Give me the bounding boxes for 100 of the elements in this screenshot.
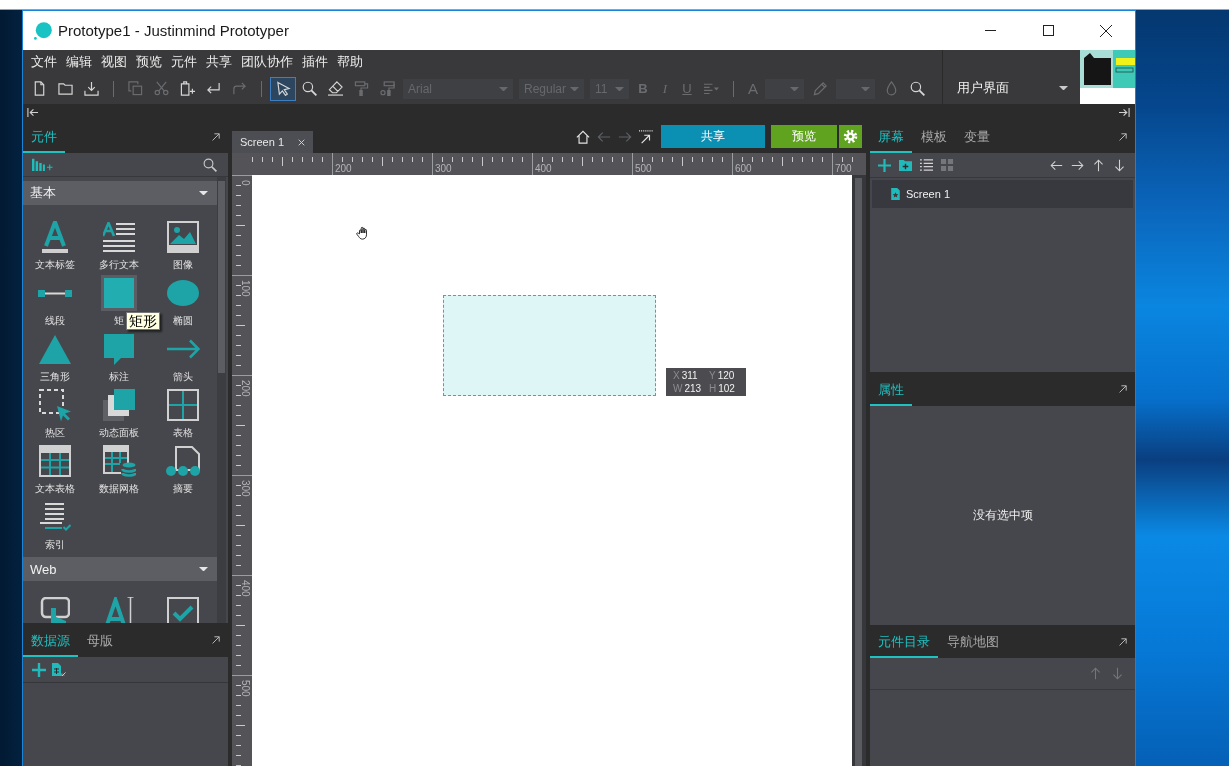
folder-icon xyxy=(57,81,73,97)
component-label: 标注 xyxy=(109,371,129,383)
arrow-icon[interactable] xyxy=(166,339,200,359)
readout-label: X xyxy=(673,369,680,381)
menu-item[interactable]: 共享 xyxy=(206,53,232,71)
text-cursor-icon[interactable] xyxy=(104,597,134,623)
ruler-label: 0 xyxy=(240,180,251,186)
menu-item[interactable]: 团队协作 xyxy=(241,53,293,71)
checkbox-icon[interactable] xyxy=(167,597,199,623)
corner-arrow-icon[interactable] xyxy=(1119,637,1127,646)
ellipse-icon[interactable] xyxy=(167,280,199,306)
menu-item[interactable]: 插件 xyxy=(302,53,328,71)
corner-arrow-icon[interactable] xyxy=(212,636,220,644)
minimize-icon xyxy=(984,30,996,31)
search-icon xyxy=(909,81,925,97)
menu-item[interactable]: 视图 xyxy=(101,53,127,71)
speech-bubble-icon[interactable] xyxy=(104,333,134,365)
panel-tab[interactable]: 母版 xyxy=(79,623,121,657)
corner-arrow-icon[interactable] xyxy=(1119,132,1127,141)
magnifier-icon xyxy=(301,81,317,97)
corner-arrow-icon[interactable] xyxy=(212,132,220,141)
ruler-label: 700 xyxy=(835,163,852,174)
plus-icon[interactable] xyxy=(32,662,46,677)
import-file-icon[interactable] xyxy=(52,663,66,676)
component-label: 三角形 xyxy=(40,371,70,383)
window-title: Prototype1 - Justinmind Prototyper xyxy=(58,22,289,39)
image-icon[interactable] xyxy=(167,221,199,253)
component-label: 文本标签 xyxy=(35,259,75,271)
editor-tab[interactable]: Screen 1 xyxy=(232,131,313,153)
scrollbar-thumb[interactable] xyxy=(218,181,225,373)
folder-plus-icon[interactable] xyxy=(899,158,912,172)
search-icon[interactable] xyxy=(203,157,217,172)
component-label: 箭头 xyxy=(173,371,193,383)
panel-tab[interactable]: 变量 xyxy=(956,120,998,153)
table-database-icon[interactable] xyxy=(102,445,136,477)
collapse-left-icon[interactable] xyxy=(27,106,38,118)
menu-item[interactable]: 预览 xyxy=(136,53,162,71)
tool-button[interactable] xyxy=(270,76,296,101)
corner-arrow-icon[interactable] xyxy=(1119,385,1127,393)
eraser-icon xyxy=(327,81,343,97)
letter-a-icon[interactable] xyxy=(42,221,68,253)
caret-icon xyxy=(861,86,870,92)
scissors-icon xyxy=(153,81,169,97)
empty-message: 没有选中项 xyxy=(972,507,1033,524)
caret-icon xyxy=(199,190,208,196)
ruler-label: 500 xyxy=(240,680,251,697)
paint-roller-dot-icon xyxy=(379,81,395,97)
ruler-label: 400 xyxy=(535,163,552,174)
menu-item[interactable]: 元件 xyxy=(171,53,197,71)
gear-icon xyxy=(843,129,858,144)
home-icon[interactable] xyxy=(576,129,590,144)
share-button[interactable]: 共享 xyxy=(661,125,765,148)
panel-tab[interactable]: 导航地图 xyxy=(939,625,1007,658)
collapse-right-icon[interactable] xyxy=(1119,106,1130,118)
screen-item[interactable]: Screen 1 xyxy=(872,180,1133,208)
expand-dotted-icon[interactable] xyxy=(639,129,653,144)
line-segment-icon[interactable] xyxy=(38,289,72,297)
panel-tab[interactable]: 模板 xyxy=(913,120,955,153)
stacked-squares-icon[interactable] xyxy=(103,389,135,421)
readout-label: H xyxy=(709,382,717,394)
tooltip: 矩形 xyxy=(126,312,160,330)
scrollbar-track[interactable] xyxy=(852,175,866,766)
maximize-icon xyxy=(1042,25,1054,36)
arrow-right-icon[interactable] xyxy=(1071,158,1084,172)
list-icon[interactable] xyxy=(920,158,933,172)
menu-item[interactable]: 编辑 xyxy=(66,53,92,71)
scrollbar-thumb[interactable] xyxy=(855,178,862,766)
section-header[interactable]: 基本 xyxy=(23,181,217,205)
table-icon[interactable] xyxy=(167,389,199,421)
triangle-icon[interactable] xyxy=(39,334,71,364)
plus-icon[interactable] xyxy=(878,158,891,172)
arrow-left-icon[interactable] xyxy=(1050,158,1063,172)
component-label: 线段 xyxy=(45,315,65,327)
text-lines-icon[interactable] xyxy=(103,221,135,253)
section-header[interactable]: Web xyxy=(23,557,217,581)
close-icon[interactable] xyxy=(298,138,305,146)
ruler-label: 300 xyxy=(240,480,251,497)
page-dots-icon[interactable] xyxy=(166,446,200,476)
caret-icon xyxy=(1059,85,1068,91)
ruler-label: 200 xyxy=(240,380,251,397)
component-label: 索引 xyxy=(45,539,65,551)
scrollbar-track[interactable] xyxy=(217,177,226,623)
component-label: 表格 xyxy=(173,427,193,439)
download-icon xyxy=(83,81,99,97)
menu-item[interactable]: 帮助 xyxy=(337,53,363,71)
logo-icon xyxy=(34,21,52,40)
canvas[interactable]: X 311 Y 120 W 213 H 102 xyxy=(252,175,852,766)
preview-settings-button[interactable] xyxy=(839,125,862,148)
component-label: 矩 xyxy=(114,315,124,327)
ruler-label: 600 xyxy=(735,163,752,174)
caret-icon xyxy=(499,86,508,92)
lines-check-icon[interactable] xyxy=(39,503,71,531)
pointer-icon xyxy=(275,81,291,97)
table-header-icon[interactable] xyxy=(39,445,71,477)
component-label: 椭圆 xyxy=(173,315,193,327)
bars-plus-icon[interactable] xyxy=(32,158,53,171)
dashed-box-pointer-icon[interactable] xyxy=(38,388,72,422)
clipboard-plus-icon xyxy=(179,81,195,97)
readout-label: W xyxy=(673,382,683,394)
menu-item[interactable]: 文件 xyxy=(31,53,57,71)
